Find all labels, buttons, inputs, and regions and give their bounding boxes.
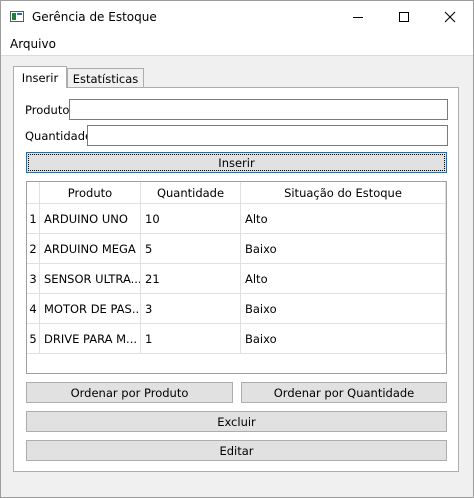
cell-situacao[interactable]: Alto	[241, 204, 446, 234]
row-number[interactable]: 3	[27, 264, 40, 294]
delete-button[interactable]: Excluir	[26, 411, 447, 432]
tab-inserir[interactable]: Inserir	[13, 66, 67, 88]
menu-divider	[1, 55, 473, 56]
cell-produto[interactable]: SENSOR ULTRA...	[40, 264, 141, 294]
window-title: Gerência de Estoque	[32, 10, 157, 24]
menu-bar: Arquivo	[1, 33, 473, 55]
table-corner	[27, 182, 40, 204]
produto-field[interactable]	[69, 99, 448, 120]
cell-situacao[interactable]: Baixo	[241, 294, 446, 324]
cell-produto[interactable]: ARDUINO MEGA	[40, 234, 141, 264]
cell-produto[interactable]: DRIVE PARA M...	[40, 324, 141, 354]
cell-quantidade[interactable]: 1	[141, 324, 241, 354]
cell-situacao[interactable]: Baixo	[241, 234, 446, 264]
close-button[interactable]	[427, 1, 473, 33]
cell-quantidade[interactable]: 3	[141, 294, 241, 324]
table-empty-area	[27, 354, 446, 373]
header-quantidade[interactable]: Quantidade	[141, 182, 241, 204]
spreadsheet-icon	[10, 11, 24, 22]
header-produto[interactable]: Produto	[40, 182, 141, 204]
edit-button[interactable]: Editar	[26, 440, 447, 461]
cell-produto[interactable]: ARDUINO UNO	[40, 204, 141, 234]
maximize-icon	[399, 12, 409, 22]
minimize-button[interactable]	[335, 1, 381, 33]
insert-button[interactable]: Inserir	[26, 152, 447, 173]
stock-table: Produto Quantidade Situação do Estoque 1…	[26, 181, 447, 374]
main-window: Gerência de Estoque Arquivo Estatísticas…	[0, 0, 474, 498]
cell-quantidade[interactable]: 21	[141, 264, 241, 294]
cell-produto[interactable]: MOTOR DE PAS...	[40, 294, 141, 324]
cell-situacao[interactable]: Baixo	[241, 324, 446, 354]
row-number[interactable]: 4	[27, 294, 40, 324]
quantidade-label: Quantidade	[25, 129, 93, 143]
minimize-icon	[353, 17, 363, 18]
quantidade-field[interactable]	[87, 125, 448, 146]
cell-quantidade[interactable]: 10	[141, 204, 241, 234]
row-number[interactable]: 2	[27, 234, 40, 264]
cell-quantidade[interactable]: 5	[141, 234, 241, 264]
row-number[interactable]: 5	[27, 324, 40, 354]
sort-by-quantity-button[interactable]: Ordenar por Quantidade	[241, 382, 447, 403]
menu-arquivo[interactable]: Arquivo	[10, 37, 56, 51]
produto-label: Produto	[25, 103, 70, 117]
cell-situacao[interactable]: Alto	[241, 264, 446, 294]
sort-by-product-button[interactable]: Ordenar por Produto	[26, 382, 233, 403]
close-icon	[444, 11, 456, 23]
maximize-button[interactable]	[381, 1, 427, 33]
header-situacao[interactable]: Situação do Estoque	[241, 182, 446, 204]
title-bar: Gerência de Estoque	[1, 1, 473, 33]
tab-estatisticas[interactable]: Estatísticas	[67, 68, 144, 88]
row-number[interactable]: 1	[27, 204, 40, 234]
